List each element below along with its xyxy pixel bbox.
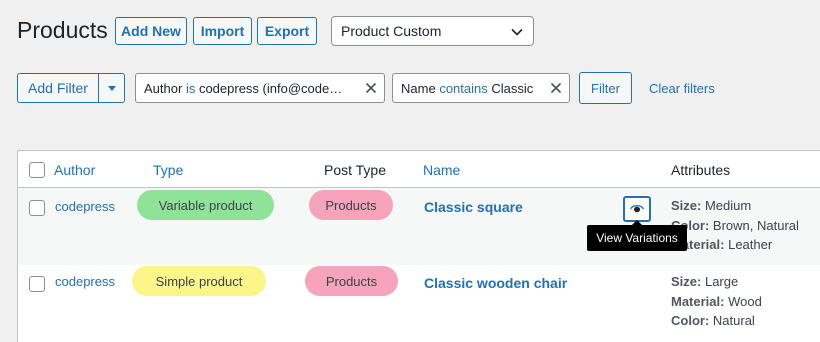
chip-field: Name [401, 80, 436, 96]
attributes-list: Size: Medium Color: Brown, Natural Mater… [671, 198, 799, 252]
attributes-list: Size: Large Material: Wood Color: Natura… [671, 274, 762, 328]
type-badge: Simple product [132, 266, 266, 296]
chip-value: Classic [491, 80, 534, 96]
products-table: Author Type Post Type Name Attributes co… [17, 150, 820, 342]
author-link[interactable]: codepress [55, 274, 115, 289]
row-checkbox[interactable] [29, 276, 45, 292]
table-row: codepress Variable product Products Clas… [18, 188, 820, 265]
clear-filters-link[interactable]: Clear filters [649, 81, 715, 96]
type-badge: Variable product [137, 190, 274, 220]
product-name-link[interactable]: Classic square [424, 199, 523, 215]
row-checkbox[interactable] [29, 200, 45, 216]
add-new-button[interactable]: Add New [115, 17, 187, 45]
column-type[interactable]: Type [153, 162, 183, 178]
chip-operator: contains [439, 80, 488, 96]
chip-field: Author [144, 80, 183, 96]
view-select-value: Product Custom [341, 23, 442, 39]
filter-chip-author[interactable]: Author is codepress (info@code… [135, 73, 385, 103]
column-attributes: Attributes [671, 162, 731, 178]
add-filter-group: Add Filter [17, 73, 125, 103]
add-filter-button[interactable]: Add Filter [18, 74, 99, 102]
chip-value: codepress (info@code… [198, 80, 343, 96]
eye-icon [630, 204, 644, 213]
filter-button[interactable]: Filter [579, 72, 632, 104]
view-variations-tooltip: View Variations [587, 220, 687, 251]
table-row: codepress Simple product Products Classi… [18, 265, 820, 342]
post-type-badge: Products [309, 190, 393, 220]
chip-operator: is [185, 80, 196, 96]
close-icon[interactable] [365, 82, 377, 94]
product-name-link[interactable]: Classic wooden chair [424, 275, 567, 291]
view-variations-button[interactable] [623, 196, 651, 222]
caret-down-icon [107, 85, 116, 91]
table-header: Author Type Post Type Name Attributes [18, 151, 820, 188]
add-filter-dropdown-button[interactable] [99, 74, 124, 102]
page-title: Products [17, 17, 108, 43]
close-icon[interactable] [550, 82, 562, 94]
column-name[interactable]: Name [423, 162, 460, 178]
export-button[interactable]: Export [257, 17, 317, 45]
filter-chip-name[interactable]: Name contains Classic [392, 73, 570, 103]
view-select[interactable]: Product Custom [331, 16, 534, 46]
author-link[interactable]: codepress [55, 199, 115, 214]
column-author[interactable]: Author [54, 162, 95, 178]
column-post-type: Post Type [324, 162, 387, 178]
chevron-down-icon [511, 28, 523, 36]
post-type-badge: Products [305, 266, 398, 296]
select-all-checkbox[interactable] [29, 162, 45, 178]
import-button[interactable]: Import [193, 17, 252, 45]
